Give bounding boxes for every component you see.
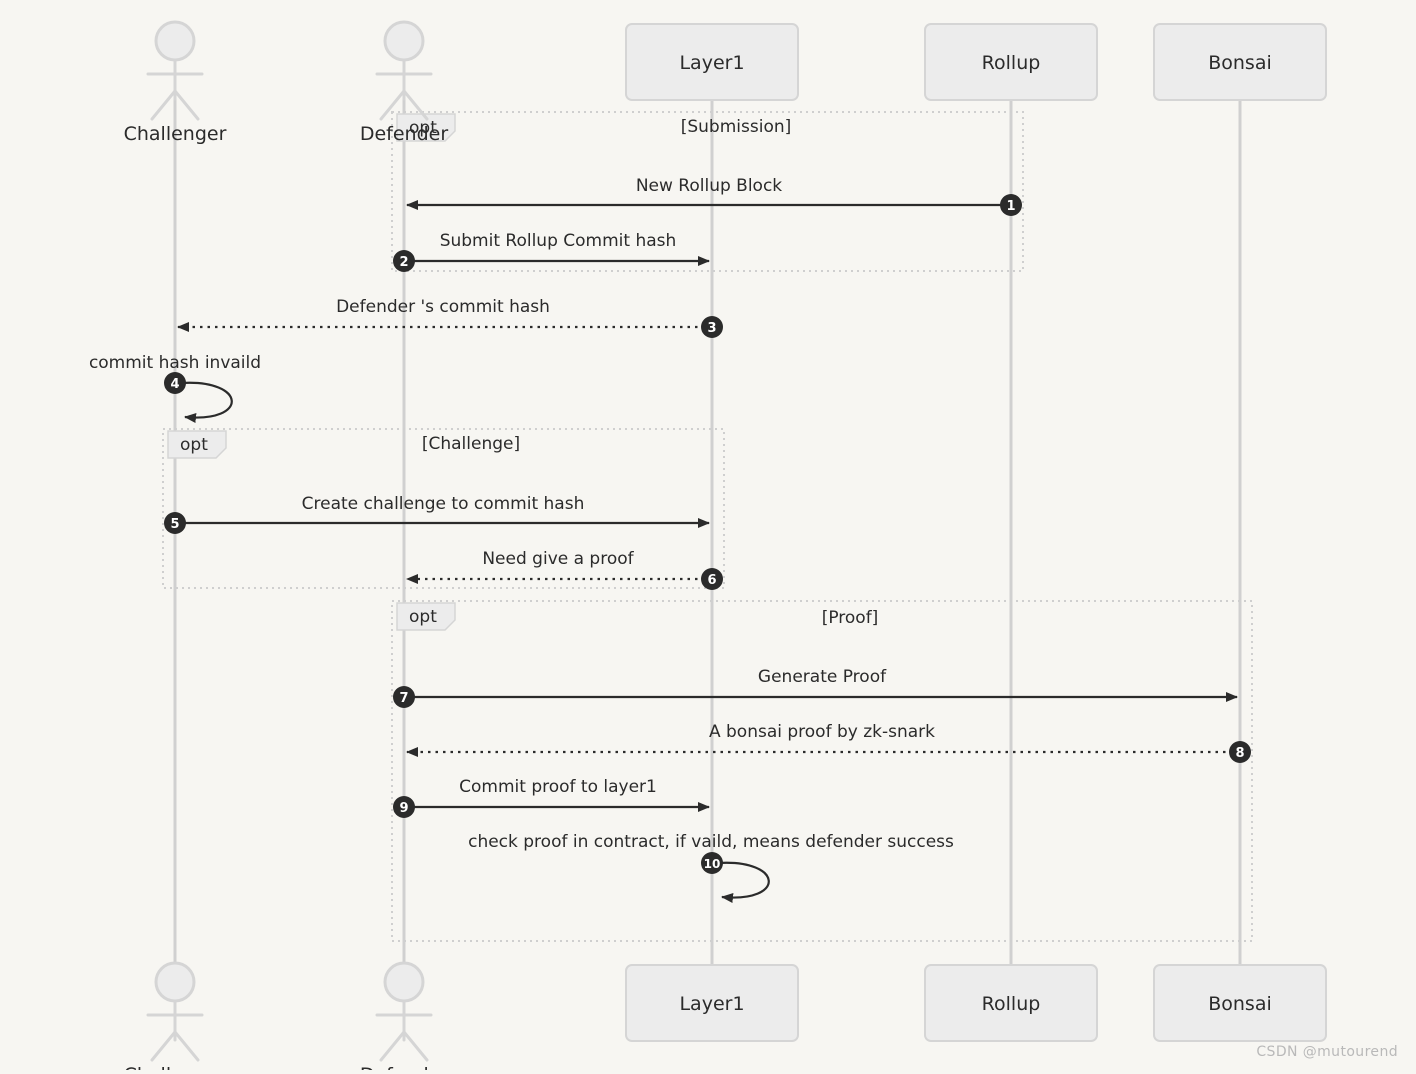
fragment-condition-label: [Proof] [822,608,879,628]
message-label: A bonsai proof by zk-snark [709,722,935,742]
message-label: Submit Rollup Commit hash [440,231,677,251]
fragment-condition-label: [Submission] [681,117,792,137]
message-sequence-number: 8 [1235,746,1244,761]
message-sequence-number: 6 [707,573,716,588]
message-sequence-number: 5 [170,517,179,532]
message-label: Create challenge to commit hash [302,494,585,514]
actor-head-icon [383,961,425,1003]
participant-box-rollup-bottom: Rollup [924,964,1098,1042]
participant-label: Challenger [124,1064,227,1070]
message-sequence-number: 10 [704,857,721,871]
participant-box-layer1-bottom: Layer1 [625,964,799,1042]
message-sequence-number: 9 [399,801,408,816]
message-sequence-number: 3 [707,321,716,336]
diagram-background [0,0,1416,1070]
message-sequence-number: 4 [170,377,179,392]
message-sequence-number: 2 [399,255,408,270]
participant-label: Bonsai [1208,993,1272,1015]
message-label: Defender 's commit hash [336,297,550,317]
watermark: CSDN @mutourend [1256,1044,1398,1060]
message-label: check proof in contract, if vaild, means… [468,832,954,852]
fragment-keyword-label: opt [180,435,208,455]
participant-label: Rollup [982,52,1041,74]
message-label: New Rollup Block [636,176,782,196]
message-label: commit hash invaild [89,353,261,373]
participant-label: Layer1 [679,52,744,74]
message-sequence-number: 1 [1006,199,1015,214]
participant-label: Challenger [124,123,227,145]
participant-label: Layer1 [679,993,744,1015]
message-label: Need give a proof [482,549,634,569]
fragment-condition-label: [Challenge] [422,434,520,454]
participant-label: Bonsai [1208,52,1272,74]
sequence-diagram: opt [Submission] opt [Challenge] opt [Proof] C… [0,0,1416,1074]
participant-label: Defender [360,123,448,145]
message-sequence-number: 7 [399,691,408,706]
message-label: Generate Proof [758,667,887,687]
participant-label: Defender [360,1064,448,1070]
participant-box-rollup-top: Rollup [924,23,1098,101]
diagram-canvas: opt [Submission]opt [Challenge]opt [Proof]C… [0,0,1416,1074]
actor-head-icon [154,961,196,1003]
message-label: Commit proof to layer1 [459,777,657,797]
participant-box-layer1-top: Layer1 [625,23,799,101]
participant-box-bonsai-top: Bonsai [1153,23,1327,101]
participant-box-bonsai-bottom: Bonsai [1153,964,1327,1042]
actor-head-icon [383,20,425,62]
fragment-keyword-label: opt [409,607,437,627]
actor-head-icon [154,20,196,62]
participant-label: Rollup [982,993,1041,1015]
